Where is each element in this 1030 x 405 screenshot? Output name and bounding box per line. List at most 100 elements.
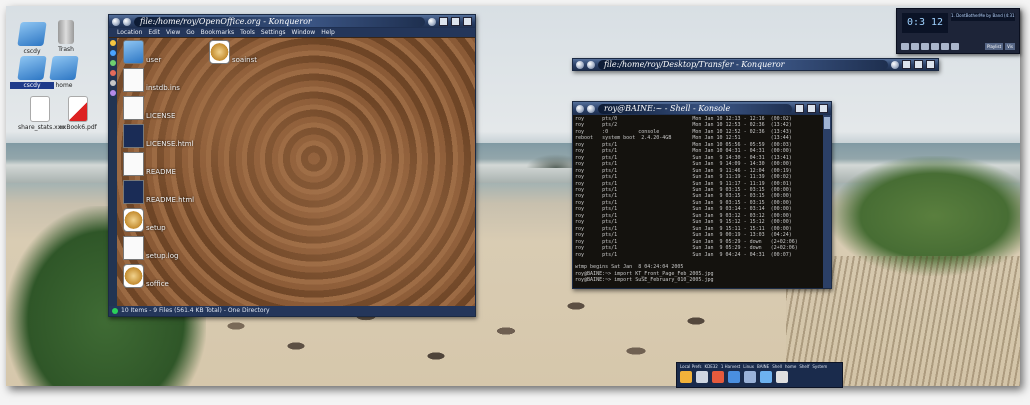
taskbar-item[interactable]: BAINE [757,364,769,369]
file-item[interactable]: LICENSE [123,96,175,120]
taskbar-item[interactable]: KDE32 [705,364,718,369]
history-icon[interactable] [110,70,116,76]
close-icon[interactable] [463,17,472,26]
stop-icon[interactable] [931,43,939,50]
firefox-icon[interactable] [712,371,724,383]
taskbar-item[interactable]: 1 Harvest [721,364,740,369]
sticky-icon[interactable] [587,60,595,69]
file-item[interactable]: setup.log [123,236,178,260]
terminal-output[interactable]: roy pts/0 Mon Jan 10 12:13 - 12:16 (00:0… [573,115,823,288]
menu-tools[interactable]: Tools [240,28,255,37]
minimize-icon[interactable] [439,17,448,26]
desktop-icon-pdf[interactable]: xxBook6.pdf [56,96,100,131]
sticky-icon[interactable] [587,104,595,113]
menu-location[interactable]: Location [117,28,142,37]
konsole-titlebar[interactable]: roy@BAINE:~ - Shell - Konsole [573,102,831,115]
menu-go[interactable]: Go [186,28,194,37]
home-folder-icon[interactable] [744,371,756,383]
desktop-icon-home[interactable]: home [42,56,86,89]
menu-settings[interactable]: Settings [261,28,286,37]
navigation-sidebar [109,38,117,306]
playlist-button[interactable]: Playlist [984,43,1004,50]
bookmark-icon[interactable] [110,40,116,46]
taskbar-item[interactable]: home [785,364,796,369]
play-icon[interactable] [911,43,919,50]
window-title: file:/home/roy/OpenOffice.org - Konquero… [134,16,425,27]
menu-help[interactable]: Help [321,28,335,37]
file-view[interactable]: user soainst instdb.ins LICENSE LICENSE.… [117,38,475,306]
file-name: setup [146,224,166,232]
executable-icon [209,40,230,64]
close-icon[interactable] [819,104,828,113]
terminal-scrollbar[interactable] [823,115,831,288]
konqueror-window[interactable]: file:/home/roy/OpenOffice.org - Konquero… [108,14,476,317]
sticky-icon[interactable] [123,17,131,26]
terminal-line: roy pts/1 Sun Jan 9 05:29 - down (2+02:0… [575,245,798,252]
file-item[interactable]: LICENSE.html [123,124,194,148]
file-item[interactable]: README.html [123,180,194,204]
window-menu-icon[interactable] [112,17,120,26]
terminal-line: reboot system boot 2.4.20-4GB Mon Jan 10… [575,135,792,142]
taskbar-item[interactable]: Linux [743,364,754,369]
file-name: setup.log [146,252,179,260]
window-title: roy@BAINE:~ - Shell - Konsole [598,103,792,114]
terminal-line: roy pts/1 Sun Jan 9 03:15 - 03:15 (00:00… [575,193,792,200]
menu-view[interactable]: View [166,28,180,37]
help-icon[interactable] [776,371,788,383]
next-icon[interactable] [941,43,949,50]
maximize-icon[interactable] [914,60,923,69]
close-icon[interactable] [926,60,935,69]
desktop-icon-trash[interactable]: Trash [44,20,88,53]
window-menu-icon[interactable] [576,104,584,113]
previous-icon[interactable] [901,43,909,50]
pause-icon[interactable] [921,43,929,50]
file-item[interactable]: setup [123,208,166,232]
konqueror-shaded-window[interactable]: file:/home/roy/Desktop/Transfer - Konque… [572,58,939,71]
file-name: user [146,56,162,64]
file-item[interactable]: README [123,152,176,176]
services-icon[interactable] [110,90,116,96]
html-file-icon [123,180,144,204]
konqueror-titlebar[interactable]: file:/home/roy/OpenOffice.org - Konquero… [109,15,475,28]
trash-icon [58,20,74,44]
document-icon [30,96,50,122]
file-name: LICENSE.html [146,140,194,148]
minimize-icon[interactable] [902,60,911,69]
terminal-icon[interactable] [696,371,708,383]
maximize-icon[interactable] [451,17,460,26]
status-text: 10 Items - 9 Files (561.4 KB Total) - On… [121,307,270,314]
window-menu-icon[interactable] [576,60,584,69]
taskbar-item[interactable]: Shelf [799,364,809,369]
desktop-icon[interactable] [760,371,772,383]
konqueror-icon[interactable] [728,371,740,383]
help-icon[interactable] [891,60,899,69]
taskbar-item[interactable]: Shell [772,364,782,369]
file-item[interactable]: soffice [123,264,169,288]
eject-icon[interactable] [951,43,959,50]
menu-edit[interactable]: Edit [148,28,160,37]
minimize-icon[interactable] [795,104,804,113]
taskbar-item[interactable]: System [812,364,827,369]
taskbar: Local Prefs KDE32 1 Harvest Linux BAINE Shell… [676,362,843,388]
root-folder-icon[interactable] [110,80,116,86]
file-item[interactable]: instdb.ins [123,68,180,92]
pdf-icon [68,96,88,122]
konsole-window[interactable]: roy@BAINE:~ - Shell - Konsole roy pts/0 … [572,101,832,289]
taskbar-item[interactable]: Local Prefs [680,364,702,369]
file-item[interactable]: soainst [209,40,257,64]
scrollbar-thumb[interactable] [824,117,830,129]
maximize-icon[interactable] [807,104,816,113]
help-icon[interactable] [428,17,436,26]
menu-bookmarks[interactable]: Bookmarks [201,28,235,37]
network-icon[interactable] [110,60,116,66]
kde-menu-icon[interactable] [680,371,692,383]
terminal-line: roy pts/1 Mon Jan 10 04:31 - 04:31 (00:0… [575,148,792,155]
vis-button[interactable]: Vis [1005,43,1015,50]
media-player[interactable]: 0:3 12 1. DontBotherMe by Band (4:31) Pl… [896,8,1020,54]
file-item[interactable]: user [123,40,161,64]
executable-icon [123,264,144,288]
home-icon[interactable] [110,50,116,56]
file-name: instdb.ins [146,84,180,92]
konqueror-shaded-titlebar[interactable]: file:/home/roy/Desktop/Transfer - Konque… [573,59,938,70]
menu-window[interactable]: Window [292,28,316,37]
